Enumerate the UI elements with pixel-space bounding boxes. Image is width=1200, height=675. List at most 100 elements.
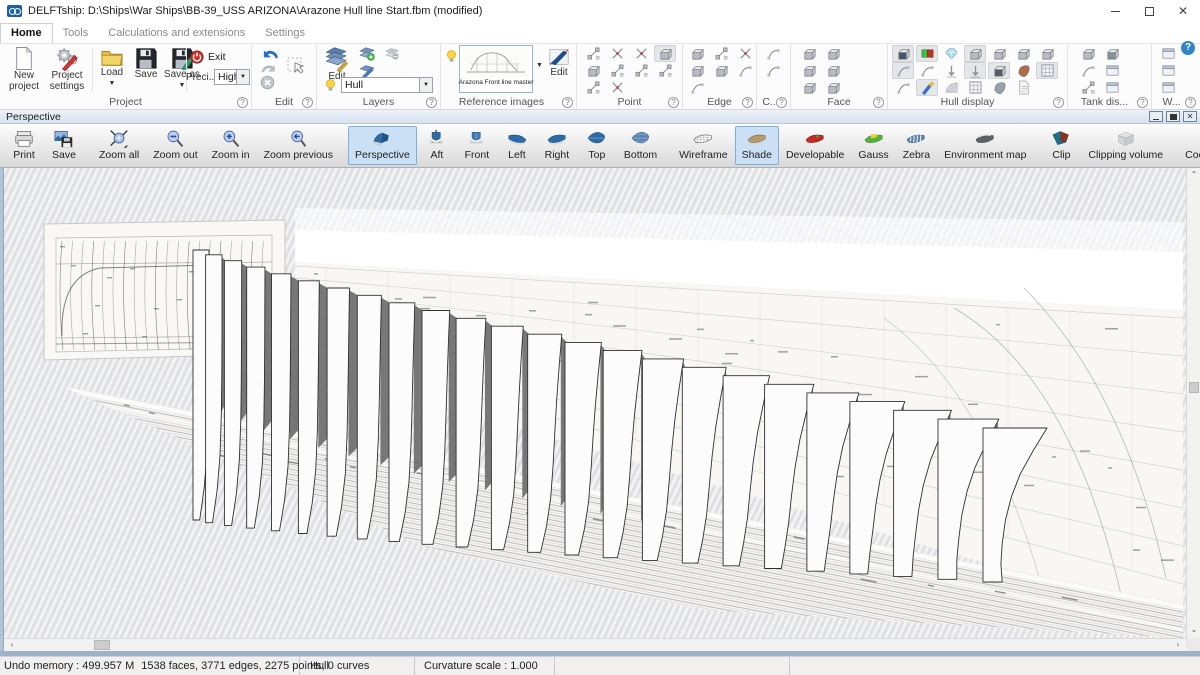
curvature-plot-icon[interactable]	[892, 62, 914, 79]
reference-image-dropdown-arrow[interactable]: ▼	[536, 62, 543, 69]
load-button[interactable]: Load ▼	[96, 46, 128, 89]
hydro-features-icon[interactable]	[988, 62, 1010, 79]
toolbar-gauss-button[interactable]: Gauss	[851, 126, 895, 165]
edge-chain-icon[interactable]	[686, 79, 708, 96]
control-curves-icon[interactable]	[916, 45, 938, 62]
hull-section[interactable]	[272, 274, 292, 531]
precision-select[interactable]: Highe ▼	[214, 69, 250, 85]
tank-edit-icon[interactable]	[1101, 45, 1123, 62]
new-curve-icon[interactable]	[762, 45, 784, 62]
layers-help-icon[interactable]: ?	[426, 97, 437, 108]
point-help-icon[interactable]: ?	[668, 97, 679, 108]
project-point-icon[interactable]	[582, 62, 604, 79]
collapse-edge-icon[interactable]	[734, 45, 756, 62]
lock-points-icon[interactable]	[654, 62, 676, 79]
reference-images-help-icon[interactable]: ?	[562, 97, 573, 108]
insert-point-icon[interactable]	[654, 45, 676, 62]
toolbar-bottom-button[interactable]: Bottom	[617, 126, 664, 165]
toolbar-zebra-button[interactable]: Zebra	[896, 126, 937, 165]
collapse-point-icon[interactable]	[582, 45, 604, 62]
reference-image-edit-button[interactable]: Edit	[545, 46, 573, 79]
reference-image-bulb-icon[interactable]	[446, 49, 457, 67]
face-normals-icon[interactable]	[822, 62, 844, 79]
flip-normals-icon[interactable]	[822, 45, 844, 62]
close-button[interactable]: ✕	[1166, 0, 1200, 22]
point-grid-icon[interactable]	[630, 62, 652, 79]
hull-section[interactable]	[247, 267, 265, 528]
tab-settings[interactable]: Settings	[255, 24, 315, 43]
vertical-scrollbar[interactable]: ⌃ ⌄	[1186, 168, 1200, 638]
toolbar-perspective-button[interactable]: Perspective	[348, 126, 417, 165]
hull-section[interactable]	[206, 255, 222, 523]
project-help-icon[interactable]: ?	[237, 97, 248, 108]
hull-section[interactable]	[224, 261, 241, 526]
scroll-up-icon[interactable]: ⌃	[1187, 169, 1200, 181]
vertical-scroll-thumb[interactable]	[1189, 382, 1199, 393]
show-waterlines-icon[interactable]	[1012, 45, 1034, 62]
tank-view-icon[interactable]	[1077, 45, 1099, 62]
edge-intersections-icon[interactable]	[734, 62, 756, 79]
tab-calculations[interactable]: Calculations and extensions	[98, 24, 255, 43]
crease-edge-icon[interactable]	[710, 62, 732, 79]
align-points-icon[interactable]	[606, 62, 628, 79]
intersections-icon[interactable]	[892, 45, 914, 62]
load-dropdown-arrow[interactable]: ▼	[109, 79, 116, 90]
save-as-dropdown-arrow[interactable]: ▼	[179, 81, 186, 92]
tile-windows-icon[interactable]	[1157, 62, 1179, 79]
toolbar-zoom-previous-button[interactable]: Zoom previous	[257, 126, 340, 165]
toolbar-front-button[interactable]: Front	[457, 126, 497, 165]
toolbar-clipping-volume-button[interactable]: Clipping volume	[1081, 126, 1170, 165]
pane-minimize-button[interactable]	[1149, 111, 1163, 122]
tank-sections-icon[interactable]	[1077, 62, 1099, 79]
insert-edge-icon[interactable]	[686, 62, 708, 79]
flip-down-icon[interactable]	[964, 62, 986, 79]
shell-plates-icon[interactable]	[940, 79, 962, 96]
new-window-icon[interactable]	[1157, 45, 1179, 62]
ribbon-help-icon[interactable]: ?	[1181, 41, 1195, 55]
show-stations-icon[interactable]	[964, 45, 986, 62]
hull-display-help-icon[interactable]: ?	[1053, 97, 1064, 108]
delete-button[interactable]	[260, 75, 275, 93]
toolbar-developable-button[interactable]: Developable	[779, 126, 851, 165]
remove-point-icon[interactable]	[606, 45, 628, 62]
minimize-button[interactable]	[1098, 0, 1132, 22]
cascade-windows-icon[interactable]	[1157, 79, 1179, 96]
scroll-down-icon[interactable]: ⌄	[1187, 624, 1200, 636]
sketch-mode-icon[interactable]	[892, 79, 914, 96]
toolbar-top-button[interactable]: Top	[577, 126, 617, 165]
tank-layout-icon[interactable]	[1101, 62, 1123, 79]
new-project-button[interactable]: New project	[4, 46, 44, 92]
tab-tools[interactable]: Tools	[53, 24, 99, 43]
toolbar-shade-button[interactable]: Shade	[735, 126, 779, 165]
layer-visibility-bulb-icon[interactable]	[325, 78, 336, 96]
toolbar-coordinate-axes-button[interactable]: Coordinate axes	[1178, 126, 1200, 165]
toolbar-save-button[interactable]: Save	[44, 126, 84, 165]
toolbar-zoom-out-button[interactable]: Zoom out	[146, 126, 204, 165]
tab-home[interactable]: Home	[0, 23, 53, 43]
show-buttocks-icon[interactable]	[988, 45, 1010, 62]
show-diagonals-icon[interactable]	[1036, 45, 1058, 62]
unlock-points-icon[interactable]	[582, 79, 604, 96]
fair-curve-icon[interactable]	[762, 62, 784, 79]
extrude-edge-icon[interactable]	[686, 45, 708, 62]
silhouette-icon[interactable]	[988, 79, 1010, 96]
window-group-help-icon[interactable]: ?	[1185, 97, 1196, 108]
surface-normals-icon[interactable]	[916, 62, 938, 79]
pane-close-button[interactable]: ✕	[1183, 111, 1197, 122]
toolbar-zoom-all-button[interactable]: Zoom all	[92, 126, 146, 165]
project-settings-button[interactable]: Project settings	[44, 46, 90, 92]
move-points-icon[interactable]	[606, 79, 628, 96]
intersect-point-icon[interactable]	[630, 45, 652, 62]
markers-icon[interactable]	[916, 79, 938, 96]
tank-grid-icon[interactable]	[1101, 79, 1123, 96]
edit-help-icon[interactable]: ?	[302, 97, 313, 108]
toolbar-environment-map-button[interactable]: Environment map	[937, 126, 1033, 165]
toolbar-left-button[interactable]: Left	[497, 126, 537, 165]
toolbar-right-button[interactable]: Right	[537, 126, 577, 165]
scroll-left-icon[interactable]: ‹	[6, 639, 18, 651]
face-check-icon[interactable]	[822, 79, 844, 96]
reference-image-thumbnail[interactable]: Arazona Front line master	[459, 45, 533, 93]
toolbar-print-button[interactable]: Print	[4, 126, 44, 165]
split-edge-icon[interactable]	[710, 45, 732, 62]
layer-auto-button[interactable]	[385, 47, 400, 64]
